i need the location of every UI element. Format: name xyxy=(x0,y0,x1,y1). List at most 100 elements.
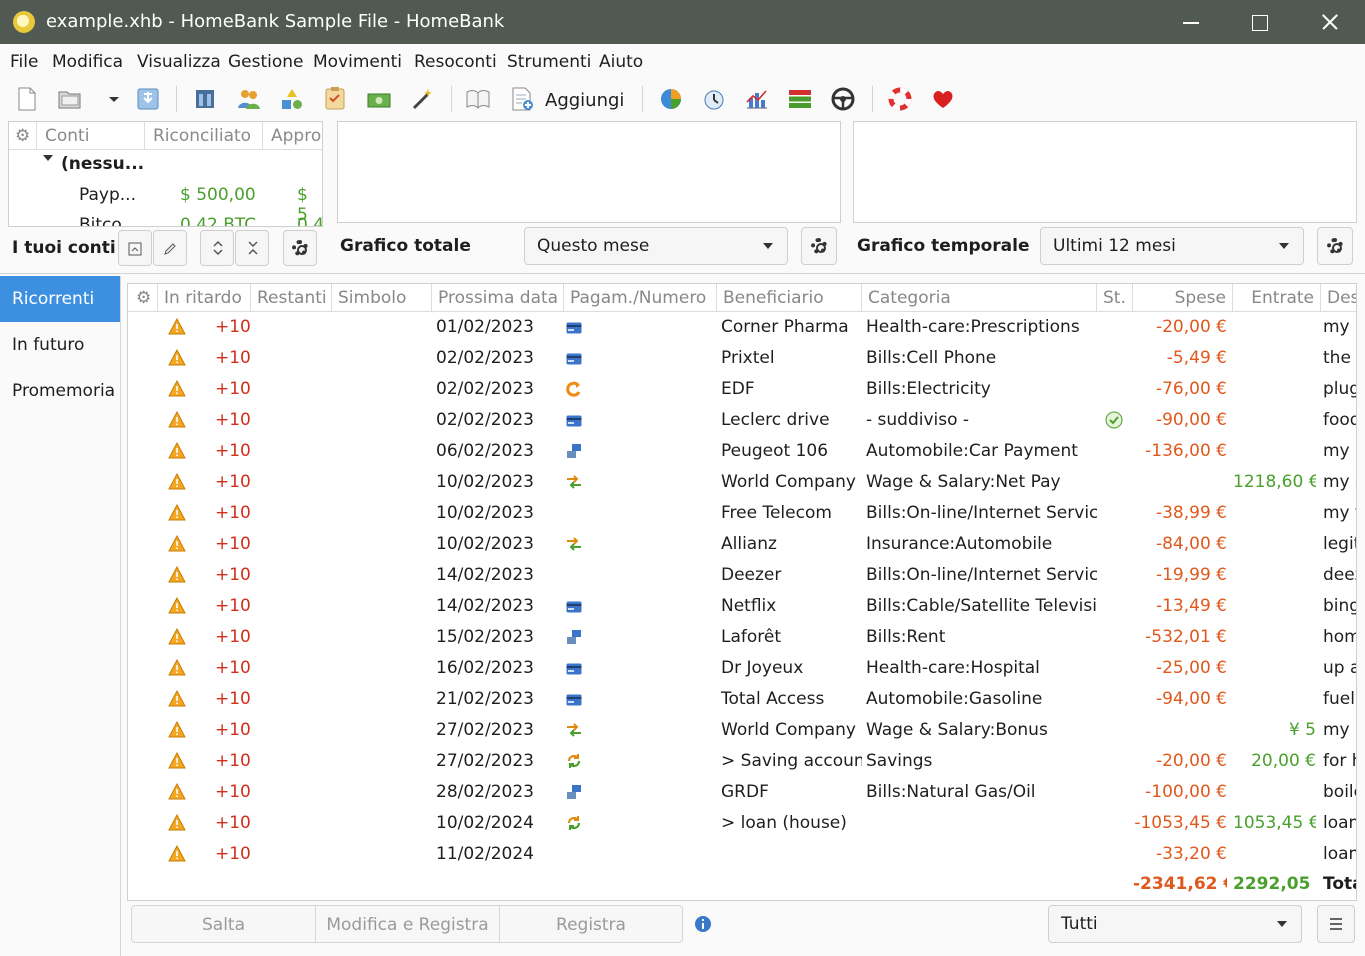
category: Wage & Salary:Bonus xyxy=(866,720,1048,740)
show-register-book-icon[interactable] xyxy=(465,86,491,112)
table-row[interactable]: +10 02/02/2023 Prixtel Bills:Cell Phone -5,4… xyxy=(128,343,1356,374)
table-row[interactable]: +10 10/02/2023 Free Telecom Bills:On-line/I… xyxy=(128,498,1356,529)
assignments-wand-icon[interactable] xyxy=(409,86,435,112)
accounts-icon[interactable] xyxy=(192,86,218,112)
late-count: +10 xyxy=(215,844,251,864)
menu-aiuto[interactable]: Aiuto xyxy=(599,52,643,72)
post-button[interactable]: Registra xyxy=(499,905,683,943)
expense-amount: -90,00 € xyxy=(1155,410,1227,430)
account-open-button[interactable] xyxy=(118,230,152,266)
skip-button[interactable]: Salta xyxy=(131,905,316,943)
table-row[interactable]: +10 21/02/2023 Total Access Automobile:Gaso… xyxy=(128,684,1356,715)
table-row[interactable]: +10 15/02/2023 Laforêt Bills:Rent -532,01 € h… xyxy=(128,622,1356,653)
reconciled-check-icon xyxy=(1105,411,1123,434)
header-remaining[interactable]: Restanti xyxy=(251,284,332,312)
new-file-icon[interactable] xyxy=(14,86,40,112)
save-icon[interactable] xyxy=(135,86,161,112)
trend-time-icon[interactable] xyxy=(701,86,727,112)
total-label: Tota xyxy=(1323,874,1356,894)
vehicle-cost-steering-icon[interactable] xyxy=(830,86,856,112)
table-row[interactable]: +10 14/02/2023 Netflix Bills:Cable/Satellit… xyxy=(128,591,1356,622)
payees-icon[interactable] xyxy=(236,86,262,112)
header-category[interactable]: Categoria xyxy=(862,284,1097,312)
menu-movimenti[interactable]: Movimenti xyxy=(313,52,402,72)
menu-visualizza[interactable]: Visualizza xyxy=(137,52,221,72)
menu-file[interactable]: File xyxy=(10,52,38,72)
table-row[interactable]: +10 10/02/2024 > loan (house) -1053,45 € 105… xyxy=(128,808,1356,839)
budget-report-icon[interactable] xyxy=(787,86,813,112)
categories-icon[interactable] xyxy=(279,86,305,112)
open-account-icon xyxy=(128,242,142,256)
header-description[interactable]: Des xyxy=(1321,284,1356,312)
next-date: 10/02/2024 xyxy=(436,813,534,833)
menu-strumenti[interactable]: Strumenti xyxy=(507,52,591,72)
account-group-label[interactable]: (nessu... xyxy=(61,154,144,174)
header-symbol[interactable]: Simbolo xyxy=(332,284,432,312)
table-row[interactable]: +10 10/02/2023 Allianz Insurance:Automobile… xyxy=(128,529,1356,560)
menu-modifica[interactable]: Modifica xyxy=(52,52,123,72)
expense-amount: -84,00 € xyxy=(1155,534,1227,554)
table-row[interactable]: +10 10/02/2023 World Company Wage & Salary:… xyxy=(128,467,1356,498)
edit-and-post-button[interactable]: Modifica e Registra xyxy=(315,905,500,943)
donate-heart-icon[interactable] xyxy=(930,86,956,112)
next-date: 02/02/2023 xyxy=(436,379,534,399)
header-conti[interactable]: Conti xyxy=(37,122,145,150)
nav-ricorrenti[interactable]: Ricorrenti xyxy=(0,276,120,322)
archive-icon[interactable] xyxy=(322,86,348,112)
accounts-settings-button[interactable] xyxy=(283,230,317,266)
menu-resoconti[interactable]: Resoconti xyxy=(414,52,497,72)
table-row[interactable]: +10 01/02/2023 Corner Pharma Health-care:Pr… xyxy=(128,312,1356,343)
header-late[interactable]: In ritardo xyxy=(158,284,251,312)
header-income[interactable]: Entrate xyxy=(1233,284,1321,312)
table-row[interactable]: +10 27/02/2023 World Company Wage & Salary:… xyxy=(128,715,1356,746)
columns-settings[interactable]: ⚙ xyxy=(128,284,158,312)
nav-promemoria[interactable]: Promemoria xyxy=(0,368,120,414)
table-row[interactable]: +10 14/02/2023 Deezer Bills:On-line/Interne… xyxy=(128,560,1356,591)
header-next-date[interactable]: Prossima data xyxy=(432,284,564,312)
maximize-button[interactable] xyxy=(1225,0,1295,44)
table-row[interactable]: +10 27/02/2023 > Saving account Savings -20,… xyxy=(128,746,1356,777)
total-chart-settings-button[interactable] xyxy=(801,227,837,265)
gear-icon xyxy=(292,240,308,256)
filter-select[interactable]: Tutti xyxy=(1048,905,1302,943)
table-row[interactable]: +10 02/02/2023 Leclerc drive - suddiviso - -… xyxy=(128,405,1356,436)
header-payment[interactable]: Pagam./Numero xyxy=(564,284,717,312)
help-lifebuoy-icon[interactable] xyxy=(887,86,913,112)
account-edit-button[interactable] xyxy=(153,230,187,266)
add-transaction-button[interactable]: Aggiungi xyxy=(545,90,624,111)
close-button[interactable] xyxy=(1295,0,1365,44)
balance-chart-icon[interactable] xyxy=(744,86,770,112)
category: Bills:Cell Phone xyxy=(866,348,997,368)
account-name[interactable]: Bitco... xyxy=(79,215,138,226)
header-status[interactable]: St. xyxy=(1097,284,1133,312)
account-reconciled: $ 500,00 xyxy=(180,185,256,205)
header-payee[interactable]: Beneficiario xyxy=(717,284,862,312)
expand-all-button[interactable] xyxy=(200,230,234,266)
add-transaction-icon[interactable] xyxy=(509,86,535,112)
menu-gestione[interactable]: Gestione xyxy=(228,52,304,72)
table-row[interactable]: +10 16/02/2023 Dr Joyeux Health-care:Hospit… xyxy=(128,653,1356,684)
header-approvato[interactable]: Appro xyxy=(263,122,322,150)
bank-transfer-icon xyxy=(566,784,582,805)
header-expense[interactable]: Spese xyxy=(1133,284,1233,312)
table-row[interactable]: +10 28/02/2023 GRDF Bills:Natural Gas/Oil -1… xyxy=(128,777,1356,808)
minimize-button[interactable] xyxy=(1155,0,1225,44)
table-row[interactable]: +10 06/02/2023 Peugeot 106 Automobile:Car P… xyxy=(128,436,1356,467)
late-count: +10 xyxy=(215,720,251,740)
nav-in-futuro[interactable]: In futuro xyxy=(0,322,120,368)
open-file-icon[interactable] xyxy=(57,86,83,112)
table-row[interactable]: +10 02/02/2023 EDF Bills:Electricity -76,00 … xyxy=(128,374,1356,405)
table-row[interactable]: +10 11/02/2024 -33,20 € loan xyxy=(128,839,1356,870)
menu-button[interactable] xyxy=(1317,905,1355,943)
accounts-column-settings[interactable]: ⚙ xyxy=(9,122,37,150)
statistics-pie-icon[interactable] xyxy=(658,86,684,112)
open-recent-dropdown-icon[interactable] xyxy=(101,86,127,112)
collapse-all-button[interactable] xyxy=(235,230,269,266)
total-chart-range-select[interactable]: Questo mese xyxy=(524,227,788,265)
time-chart-settings-button[interactable] xyxy=(1317,227,1353,265)
account-name[interactable]: Payp... xyxy=(79,185,136,205)
header-riconciliato[interactable]: Riconciliato xyxy=(145,122,263,150)
budget-icon[interactable] xyxy=(366,86,392,112)
expander-icon[interactable] xyxy=(43,155,53,161)
time-chart-range-select[interactable]: Ultimi 12 mesi xyxy=(1040,227,1304,265)
